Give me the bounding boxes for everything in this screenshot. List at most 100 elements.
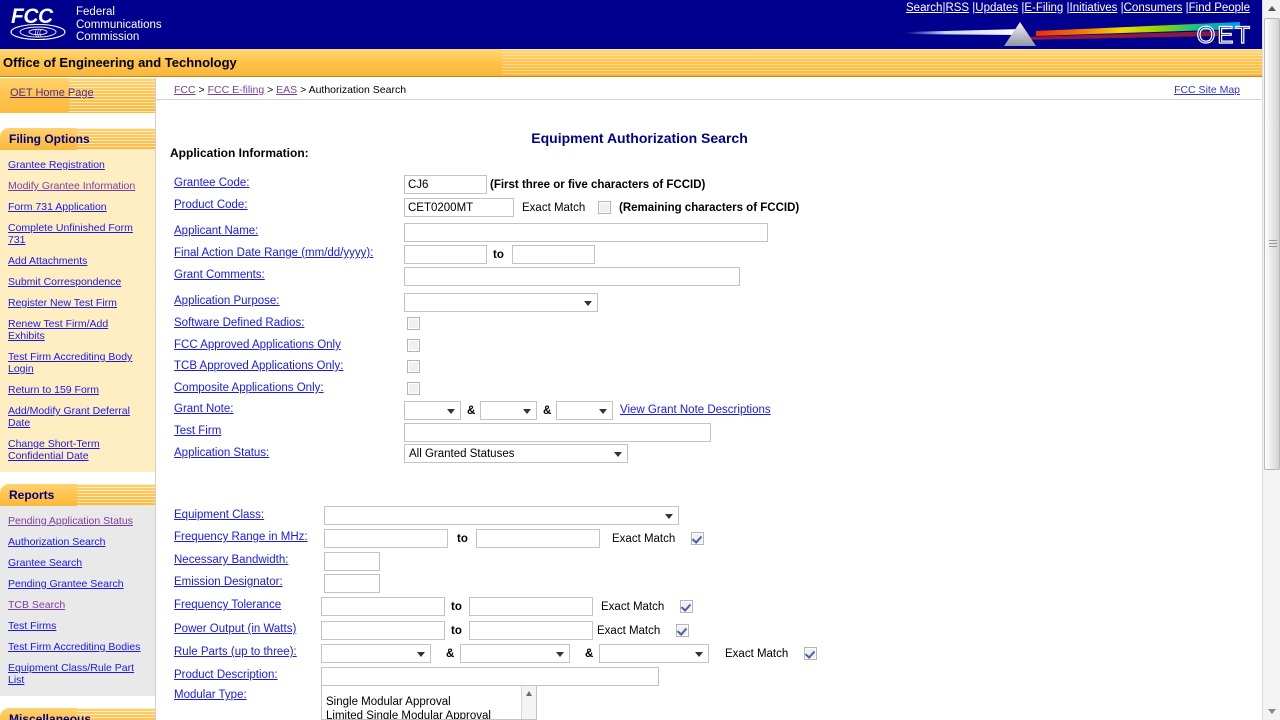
label-grant-comments[interactable]: Grant Comments: <box>174 269 265 281</box>
label-frequency-range[interactable]: Frequency Range in MHz: <box>174 531 308 543</box>
equipment-class-select[interactable] <box>324 506 679 525</box>
label-equipment-class[interactable]: Equipment Class: <box>174 509 264 521</box>
label-rule-parts[interactable]: Rule Parts (up to three): <box>174 646 297 658</box>
grant-note-select-1[interactable] <box>404 401 461 420</box>
sidebar-item-form-731-application[interactable]: Form 731 Application <box>0 201 155 213</box>
sidebar-item-change-short-term-confidential-date[interactable]: Change Short-Term Confidential Date <box>0 438 155 462</box>
label-composite-applications-only[interactable]: Composite Applications Only: <box>174 382 324 394</box>
label-grantee-code[interactable]: Grantee Code: <box>174 177 249 189</box>
label-power-output[interactable]: Power Output (in Watts) <box>174 623 296 635</box>
label-software-defined-radios[interactable]: Software Defined Radios: <box>174 317 304 329</box>
breadcrumb-item-eas[interactable]: EAS <box>276 84 297 96</box>
final-action-date-from-input[interactable] <box>404 245 487 264</box>
frequency-tolerance-from-input[interactable] <box>321 597 445 616</box>
modular-type-listbox[interactable]: Single Modular Approval Limited Single M… <box>321 685 537 720</box>
tcb-approved-applications-only-checkbox[interactable] <box>407 360 420 373</box>
frequency-tolerance-to-input[interactable] <box>469 597 593 616</box>
chevron-down-icon <box>1268 709 1276 714</box>
grant-note-select-2[interactable] <box>480 401 537 420</box>
scrollbar-up-button[interactable] <box>1263 0 1280 17</box>
sidebar-item-submit-correspondence[interactable]: Submit Correspondence <box>0 276 155 288</box>
fcc-approved-applications-only-checkbox[interactable] <box>407 339 420 352</box>
sidebar-item-grantee-search[interactable]: Grantee Search <box>0 557 155 569</box>
sidebar-item-authorization-search[interactable]: Authorization Search <box>0 536 155 548</box>
scroll-up-arrow-icon[interactable] <box>526 691 532 696</box>
sidebar-item-renew-test-firm-add-exhibits[interactable]: Renew Test Firm/Add Exhibits <box>0 318 155 342</box>
applicant-name-input[interactable] <box>404 223 768 242</box>
fcc-site-map-link[interactable]: FCC Site Map <box>1174 84 1240 96</box>
frequency-range-from-input[interactable] <box>324 529 448 548</box>
final-action-date-to-input[interactable] <box>512 245 595 264</box>
label-fcc-approved-applications-only[interactable]: FCC Approved Applications Only <box>174 339 341 351</box>
sidebar-item-register-new-test-firm[interactable]: Register New Test Firm <box>0 297 155 309</box>
sidebar-section-header-reports: Reports <box>0 484 155 506</box>
test-firm-input[interactable] <box>404 423 711 442</box>
frequency-tolerance-exact-match-checkbox[interactable] <box>680 600 693 613</box>
sidebar-item-add-attachments[interactable]: Add Attachments <box>0 255 155 267</box>
emission-designator-input[interactable] <box>324 574 380 593</box>
sidebar-item-test-firm-accrediting-bodies[interactable]: Test Firm Accrediting Bodies <box>0 641 155 653</box>
necessary-bandwidth-input[interactable] <box>324 552 380 571</box>
sidebar-item-grantee-registration[interactable]: Grantee Registration <box>0 159 155 171</box>
sidebar-item-complete-unfinished-form-731[interactable]: Complete Unfinished Form 731 <box>0 222 155 246</box>
label-test-firm[interactable]: Test Firm <box>174 425 221 437</box>
modular-type-option-2[interactable]: Limited Single Modular Approval <box>322 709 536 719</box>
product-code-input[interactable] <box>404 198 514 217</box>
sidebar-item-pending-grantee-search[interactable]: Pending Grantee Search <box>0 578 155 590</box>
grant-note-select-3[interactable] <box>556 401 613 420</box>
sidebar-item-pending-application-status[interactable]: Pending Application Status <box>0 515 155 527</box>
label-modular-type[interactable]: Modular Type: <box>174 689 247 701</box>
breadcrumb-item-fcc-efiling[interactable]: FCC E-filing <box>208 84 265 96</box>
scrollbar-thumb[interactable] <box>1264 18 1280 470</box>
power-output-exact-match-checkbox[interactable] <box>676 624 689 637</box>
sidebar-item-test-firms[interactable]: Test Firms <box>0 620 155 632</box>
sidebar-item-modify-grantee-information[interactable]: Modify Grantee Information <box>0 180 155 192</box>
label-grant-note[interactable]: Grant Note: <box>174 403 233 415</box>
sidebar-item-tcb-search[interactable]: TCB Search <box>0 599 155 611</box>
nav-link-efiling[interactable]: E-Filing <box>1024 2 1063 14</box>
application-purpose-select[interactable] <box>404 293 598 312</box>
grantee-code-input[interactable] <box>404 175 487 194</box>
nav-link-consumers[interactable]: Consumers <box>1124 2 1183 14</box>
rule-part-select-3[interactable] <box>599 644 709 663</box>
label-application-status[interactable]: Application Status: <box>174 447 269 459</box>
sidebar-link-oet-home-page[interactable]: OET Home Page <box>10 87 94 99</box>
label-emission-designator[interactable]: Emission Designator: <box>174 576 283 588</box>
application-status-select[interactable]: All Granted Statuses <box>404 444 628 463</box>
view-grant-note-descriptions-link[interactable]: View Grant Note Descriptions <box>620 404 771 416</box>
page-vertical-scrollbar[interactable] <box>1262 0 1280 720</box>
label-product-code[interactable]: Product Code: <box>174 199 248 211</box>
nav-link-rss[interactable]: RSS <box>945 2 969 14</box>
nav-link-search[interactable]: Search <box>906 2 942 14</box>
frequency-range-to-input[interactable] <box>476 529 600 548</box>
grant-comments-input[interactable] <box>404 267 740 286</box>
power-output-to-input[interactable] <box>469 621 593 640</box>
label-application-purpose[interactable]: Application Purpose: <box>174 295 279 307</box>
power-output-from-input[interactable] <box>321 621 445 640</box>
label-necessary-bandwidth[interactable]: Necessary Bandwidth: <box>174 554 288 566</box>
product-code-exact-match-checkbox[interactable] <box>598 201 611 214</box>
breadcrumb-item-fcc[interactable]: FCC <box>174 84 196 96</box>
rule-part-select-2[interactable] <box>460 644 570 663</box>
nav-link-updates[interactable]: Updates <box>975 2 1018 14</box>
label-applicant-name[interactable]: Applicant Name: <box>174 225 258 237</box>
nav-link-initiatives[interactable]: Initiatives <box>1070 2 1118 14</box>
label-product-description[interactable]: Product Description: <box>174 669 278 681</box>
composite-applications-only-checkbox[interactable] <box>407 382 420 395</box>
modular-type-listbox-scrollbar[interactable] <box>521 686 536 719</box>
software-defined-radios-checkbox[interactable] <box>407 317 420 330</box>
sidebar-item-add-modify-grant-deferral-date[interactable]: Add/Modify Grant Deferral Date <box>0 405 155 429</box>
sidebar-item-return-to-159-form[interactable]: Return to 159 Form <box>0 384 155 396</box>
nav-link-find-people[interactable]: Find People <box>1189 2 1250 14</box>
label-tcb-approved-applications-only[interactable]: TCB Approved Applications Only: <box>174 360 343 372</box>
sidebar-item-test-firm-accrediting-body-login[interactable]: Test Firm Accrediting Body Login <box>0 351 155 375</box>
label-frequency-tolerance[interactable]: Frequency Tolerance <box>174 599 281 611</box>
modular-type-option-1[interactable]: Single Modular Approval <box>322 695 536 709</box>
scrollbar-down-button[interactable] <box>1263 703 1280 720</box>
frequency-range-exact-match-checkbox[interactable] <box>691 532 704 545</box>
label-final-action-date-range[interactable]: Final Action Date Range (mm/dd/yyyy): <box>174 247 373 259</box>
rule-part-select-1[interactable] <box>321 644 431 663</box>
sidebar-item-equipment-class-rule-part-list[interactable]: Equipment Class/Rule Part List <box>0 662 155 686</box>
product-description-input[interactable] <box>321 667 659 686</box>
rule-parts-exact-match-checkbox[interactable] <box>804 647 817 660</box>
